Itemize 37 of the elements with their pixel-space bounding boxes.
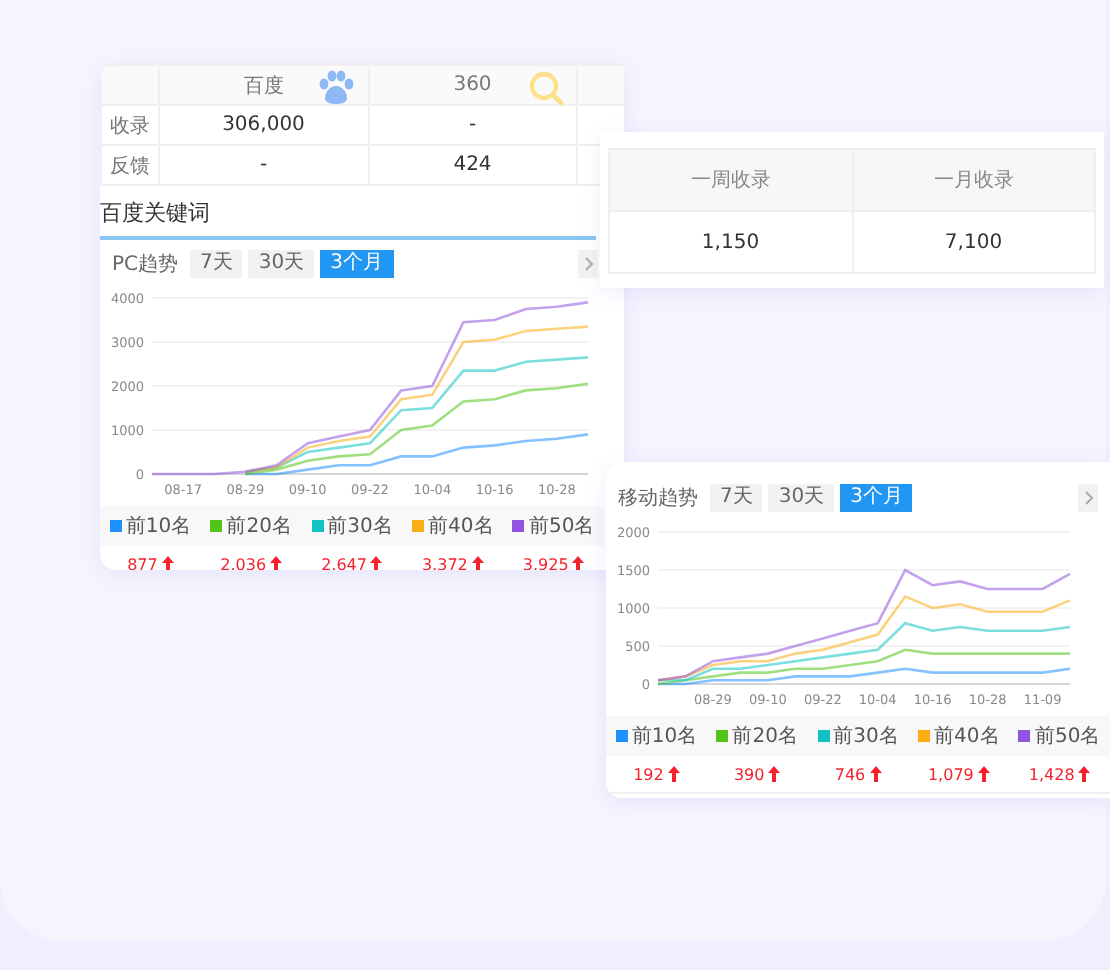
table-header-cell: 一周收录 bbox=[609, 149, 852, 211]
count-value: 877 bbox=[127, 555, 158, 570]
legend-label: 前30名 bbox=[833, 724, 899, 750]
range-tab[interactable]: 30天 bbox=[768, 484, 835, 512]
range-tab[interactable]: 7天 bbox=[710, 484, 763, 512]
trend-label: PC趋势 bbox=[112, 251, 179, 278]
table-cell: 7,100 bbox=[852, 211, 1095, 273]
count-value: 1,428 bbox=[1028, 765, 1075, 783]
legend-label: 前30名 bbox=[327, 514, 393, 540]
trend-label: 移动趋势 bbox=[618, 485, 698, 512]
legend-label: 前50名 bbox=[1034, 724, 1101, 750]
row-label: 反馈 bbox=[101, 145, 159, 185]
legend-label: 前40名 bbox=[428, 514, 494, 540]
count-value: 1,079 bbox=[927, 765, 974, 783]
table-header-cell: 一月收录 bbox=[852, 149, 1095, 211]
count-value: 390 bbox=[733, 765, 765, 783]
count-value: 192 bbox=[633, 765, 664, 783]
table-cell: - bbox=[368, 105, 577, 145]
section-title: 百度关键词 bbox=[100, 186, 596, 240]
legend-label: 前20名 bbox=[226, 514, 292, 540]
column-header: 360 bbox=[453, 74, 492, 96]
legend-label: 前10名 bbox=[631, 724, 698, 750]
range-tab[interactable]: 7天 bbox=[190, 250, 243, 278]
count-value: 746 bbox=[834, 765, 866, 783]
table-cell: - bbox=[159, 145, 368, 185]
range-tab[interactable]: 30天 bbox=[248, 250, 315, 278]
column-header: 百度 bbox=[243, 75, 284, 97]
legend-label: 前50名 bbox=[528, 514, 595, 540]
range-tab[interactable]: 3个月 bbox=[840, 484, 913, 512]
legend-label: 前20名 bbox=[732, 724, 798, 750]
table-cell: 424 bbox=[368, 145, 577, 185]
range-tab[interactable]: 3个月 bbox=[320, 250, 393, 278]
table-cell: 1,150 bbox=[609, 211, 852, 273]
legend-label: 前10名 bbox=[125, 514, 192, 540]
table-cell: 306,000 bbox=[159, 105, 368, 145]
row-label: 收录 bbox=[101, 105, 159, 145]
legend-label: 前40名 bbox=[934, 724, 1000, 750]
